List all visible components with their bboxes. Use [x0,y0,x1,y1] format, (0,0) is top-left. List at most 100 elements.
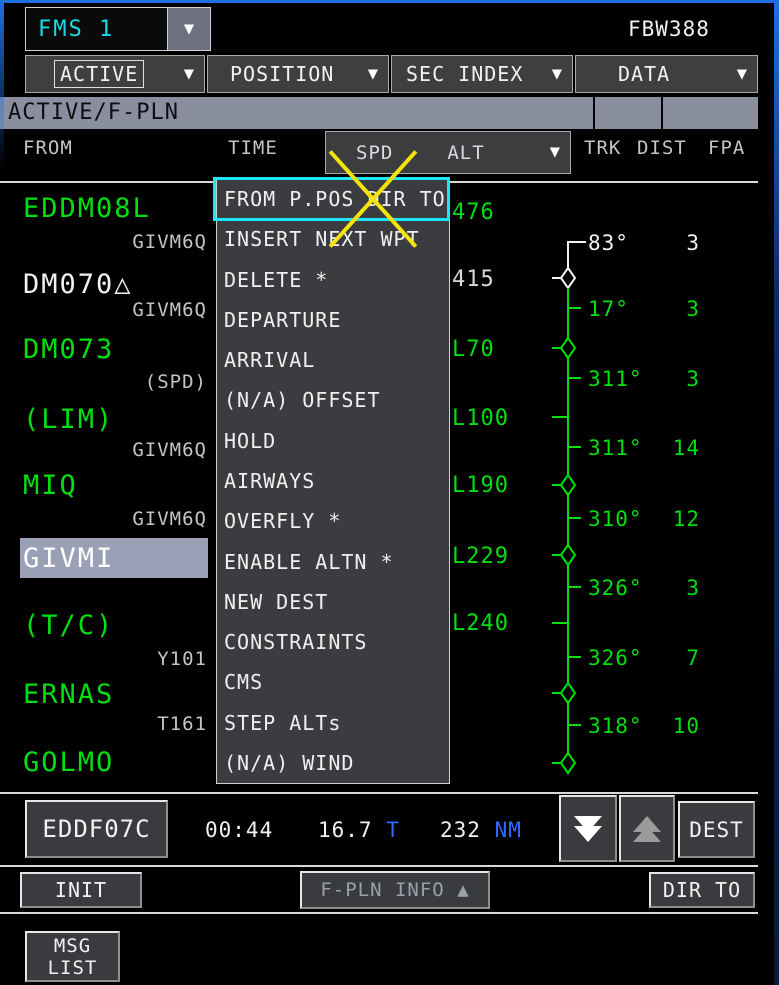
fms-mfd-screen: FMS 1 ▼ FBW388 ACTIVE ▼ POSITION ▼ SEC I… [0,0,779,985]
leg-trk: 17° [588,297,629,321]
menu-item-constraints[interactable]: CONSTRAINTS [217,622,449,662]
col-header-from: FROM [23,137,73,159]
leg-dist: 3 [640,231,700,255]
fms-source-dropdown[interactable]: FMS 1 ▼ [25,7,211,51]
destination-button[interactable]: EDDF07C [25,800,168,858]
scroll-up-button[interactable] [619,795,675,862]
fms-source-label: FMS 1 [26,17,167,42]
msg-list-button[interactable]: MSG LIST [25,931,120,982]
msg-list-label-line1: MSG [54,935,91,957]
col-header-time: TIME [228,137,278,159]
tab-sec-index[interactable]: SEC INDEX ▼ [391,55,573,93]
chevron-down-icon: ▼ [184,66,194,83]
waypoint-golmo[interactable]: GOLMO [23,747,114,778]
dest-dist-value: 232 [440,818,481,842]
dir-to-label: DIR TO [663,878,741,902]
menu-item-wind: (N/A) WIND [217,743,449,783]
menu-item-arrival: ARRIVAL [217,340,449,380]
tab-active[interactable]: ACTIVE ▼ [25,55,205,93]
tab-position[interactable]: POSITION ▼ [207,55,389,93]
via-label: Y101 [22,648,207,670]
divider [0,865,758,867]
chevron-down-icon: ▼ [184,21,194,38]
flight-number: FBW388 [628,17,710,41]
menu-item-offset: (N/A) OFFSET [217,380,449,420]
init-button[interactable]: INIT [20,872,142,908]
menu-item-cms[interactable]: CMS [217,662,449,702]
menu-item-airways[interactable]: AIRWAYS [217,461,449,501]
waypoint-givmi: GIVMI [23,543,114,574]
spd-alt-column-dropdown[interactable]: SPD ALT ▼ [325,131,571,174]
dest-fuel-unit: T [386,818,400,842]
menu-item-overfly[interactable]: OVERFLY * [217,501,449,541]
tab-sec-index-label: SEC INDEX [406,62,523,86]
leg-dist: 3 [640,576,700,600]
msg-list-label-line2: LIST [48,957,98,979]
title-bar-divider [593,97,595,129]
title-bar-divider [661,97,663,129]
menu-item-departure[interactable]: DEPARTURE [217,300,449,340]
init-label: INIT [55,878,107,902]
waypoint-lim[interactable]: (LIM) [23,404,114,435]
fpln-info-label: F-PLN INFO ▲ [320,879,469,901]
alt-value: 415 [452,267,495,292]
via-label: GIVM6Q [22,439,207,461]
tab-position-label: POSITION [230,62,334,86]
waypoint-ernas[interactable]: ERNAS [23,679,114,710]
waypoint-toc[interactable]: (T/C) [23,610,114,641]
alt-value: 476 [452,200,495,225]
fms-source-arrow-box[interactable]: ▼ [167,8,210,50]
leg-trk: 326° [588,646,643,670]
double-arrow-down-icon [574,826,602,842]
double-arrow-up-icon [633,826,661,842]
tab-data[interactable]: DATA ▼ [575,55,758,93]
leg-dist: 3 [640,367,700,391]
leg-dist: 7 [640,646,700,670]
leg-dist: 3 [640,297,700,321]
waypoint-givmi-selected-row[interactable]: GIVMI [20,538,208,578]
dest-dist-unit: NM [495,818,522,842]
alt-value: L100 [452,406,509,431]
waypoint-dm073[interactable]: DM073 [23,334,114,365]
waypoint-miq[interactable]: MIQ [23,470,78,501]
col-header-alt: ALT [447,142,484,164]
leg-dist: 14 [640,436,700,460]
dest-page-button[interactable]: DEST [678,801,755,858]
via-label: T161 [22,713,207,735]
chevron-down-icon: ▼ [368,66,378,83]
via-label: (SPD) [22,371,207,393]
menu-item-new-dest[interactable]: NEW DEST [217,582,449,622]
chevron-down-icon: ▼ [552,66,562,83]
tab-active-label: ACTIVE [54,60,144,88]
dir-to-button[interactable]: DIR TO [649,872,755,908]
dest-fuel-value: 16.7 [318,818,373,842]
menu-selection-highlight [213,177,450,221]
col-header-dist: DIST [637,137,687,159]
via-label: GIVM6Q [22,299,207,321]
dest-fuel: 16.7 T [318,818,400,842]
col-header-trk: TRK [584,137,621,159]
fpln-info-button[interactable]: F-PLN INFO ▲ [300,871,490,909]
leg-trk: 326° [588,576,643,600]
waypoint-dm070[interactable]: DM070△ [23,269,133,300]
menu-item-delete[interactable]: DELETE * [217,260,449,300]
leg-trk: 310° [588,507,643,531]
flight-path-graphic [540,183,600,783]
menu-item-step-alts[interactable]: STEP ALTs [217,702,449,742]
scroll-down-button[interactable] [559,795,617,862]
menu-item-hold[interactable]: HOLD [217,421,449,461]
leg-dist: 10 [640,714,700,738]
tab-data-label: DATA [618,62,670,86]
leg-trk: 311° [588,436,643,460]
leg-dist: 12 [640,507,700,531]
waypoint-eddm08l[interactable]: EDDM08L [23,193,151,224]
page-title-bar: ACTIVE/F-PLN [0,97,758,129]
screen-border-top [0,0,779,3]
alt-value: L70 [452,337,495,362]
menu-item-enable-altn[interactable]: ENABLE ALTN * [217,541,449,581]
leg-trk: 83° [588,231,629,255]
destination-ident: EDDF07C [42,815,150,843]
via-label: GIVM6Q [22,231,207,253]
dest-distance: 232 NM [440,818,522,842]
col-header-fpa: FPA [708,137,745,159]
